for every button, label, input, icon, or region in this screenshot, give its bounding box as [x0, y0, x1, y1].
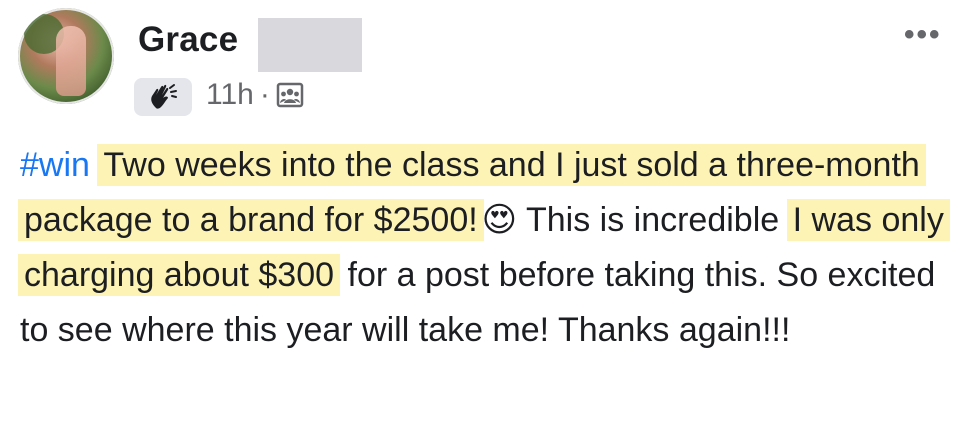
- post-time[interactable]: 11h: [206, 78, 254, 112]
- author-avatar[interactable]: [18, 8, 114, 104]
- meta-separator: ·: [259, 78, 270, 111]
- avatar-figure: [56, 26, 86, 96]
- waving-hand-icon: [151, 84, 177, 109]
- post-body: #win Two weeks into the class and I just…: [18, 138, 950, 358]
- hashtag-link[interactable]: #win: [20, 146, 90, 184]
- redacted-surname: [258, 18, 362, 72]
- member-badge[interactable]: [134, 78, 192, 116]
- emoji-heart-eyes: 😍: [481, 201, 518, 239]
- post-text: This is incredible: [525, 201, 780, 239]
- post-meta: 11h ·: [206, 78, 304, 112]
- author-name[interactable]: Grace: [138, 20, 238, 60]
- more-options-icon[interactable]: •••: [904, 18, 942, 52]
- group-audience-icon[interactable]: [276, 82, 304, 108]
